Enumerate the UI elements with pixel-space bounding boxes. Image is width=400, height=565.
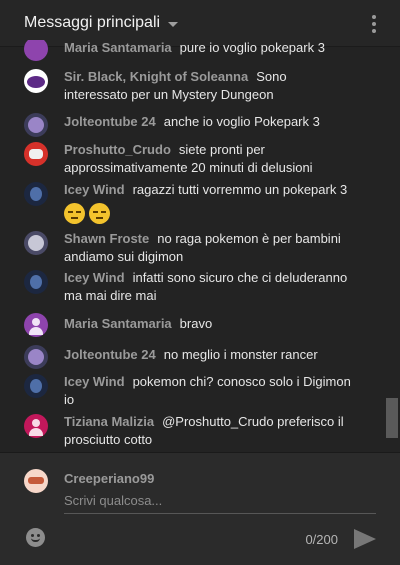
chat-message-list[interactable]: Maria Santamaria pure io voglio pokepark … (0, 40, 400, 452)
message-text: bravo (179, 316, 213, 331)
triangle-down-icon[interactable] (168, 21, 179, 27)
avatar[interactable] (24, 40, 48, 61)
unamused-face-icon (89, 203, 110, 224)
avatar[interactable] (24, 345, 48, 369)
more-vert-icon[interactable] (372, 15, 376, 33)
message-text: anche io voglio Pokepark 3 (163, 114, 320, 129)
avatar[interactable] (24, 113, 48, 137)
message-input[interactable]: Scrivi qualcosa... (64, 493, 376, 514)
message-text: no meglio i monster rancer (163, 347, 318, 362)
avatar[interactable] (24, 69, 48, 93)
message-author[interactable]: Maria Santamaria (64, 316, 172, 331)
send-icon[interactable] (354, 529, 376, 549)
chat-mode-selector[interactable]: Messaggi principali (24, 14, 160, 32)
chat-scrollbar[interactable] (386, 398, 398, 438)
message-author[interactable]: Tiziana Malizia (64, 414, 154, 429)
avatar (24, 469, 48, 493)
message-author[interactable]: Icey Wind (64, 374, 125, 389)
message-text: pure io voglio pokepark 3 (179, 40, 325, 55)
message-author[interactable]: Sir. Black, Knight of Soleanna (64, 69, 248, 84)
character-counter: 0/200 (305, 532, 338, 547)
emoji-icon[interactable] (26, 528, 45, 547)
message-author[interactable]: Jolteontube 24 (64, 114, 156, 129)
avatar[interactable] (24, 182, 48, 206)
avatar[interactable] (24, 313, 48, 337)
message-author[interactable]: Icey Wind (64, 270, 125, 285)
message-author[interactable]: Jolteontube 24 (64, 347, 156, 362)
message-author[interactable]: Icey Wind (64, 182, 125, 197)
composer-author: Creeperiano99 (64, 471, 155, 486)
unamused-face-icon (64, 203, 85, 224)
avatar[interactable] (24, 414, 48, 438)
message-composer: Creeperiano99 Scrivi qualcosa... 0/200 (0, 452, 400, 565)
avatar[interactable] (24, 374, 48, 398)
message-author[interactable]: Shawn Froste (64, 231, 149, 246)
avatar[interactable] (24, 142, 48, 166)
avatar[interactable] (24, 231, 48, 255)
message-author[interactable]: Proshutto_Crudo (64, 142, 171, 157)
message-author[interactable]: Maria Santamaria (64, 40, 172, 55)
message-text: ragazzi tutti vorremmo un pokepark 3 (132, 182, 348, 197)
avatar[interactable] (24, 270, 48, 294)
